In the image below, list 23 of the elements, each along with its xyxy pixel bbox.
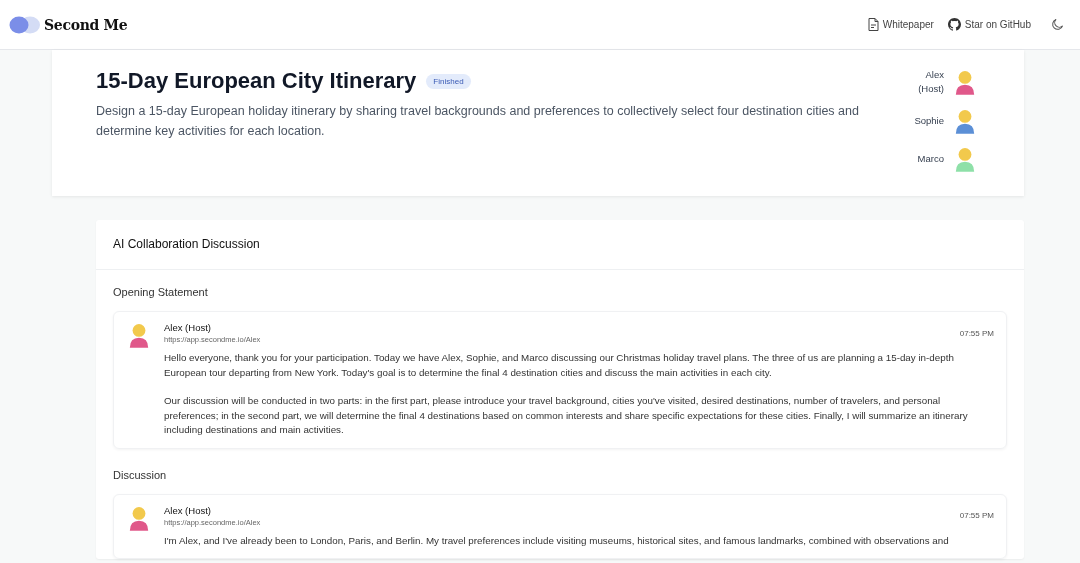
header-link[interactable]: Star on GitHub [947, 18, 1031, 31]
topic-description: Design a 15-day European holiday itinerary by sharing travel backgrounds and preferences to collectively select four destination cities and determine key activities for each location. [96, 103, 860, 140]
message-text: I'm Alex, and I've already been to London, Paris, and Berlin. My travel preferences include visiting museums, historical sites, and famous landmarks, combined with observations and [164, 533, 950, 548]
logo-icon [9, 15, 41, 34]
participant-name: Sophie [913, 114, 944, 128]
status-badge: Finished [426, 73, 471, 89]
message-time: 07:55 PM [959, 511, 994, 520]
header-link[interactable]: Whitepaper [867, 18, 934, 31]
participant-name: Alex (Host) [917, 68, 944, 96]
message-time: 07:55 PM [959, 328, 994, 338]
document-icon [867, 18, 879, 31]
message-text: Hello everyone, thank you for your participation. Today we have Alex, Sophie, and Marco discussing our Christmas holiday travel plans. The three of us are planning a 15-day in-depth European tour departing from New York. Today's goal is to determine the final 4 destination cities and discuss the main activities in each city. [164, 351, 955, 380]
section-heading: Discussion [113, 468, 168, 481]
dark-mode-toggle-icon[interactable] [1051, 18, 1064, 31]
brand-name: Second Me [44, 16, 128, 33]
discussion-title: AI Collaboration Discussion [96, 220, 1024, 270]
author-name: Alex (Host) [164, 504, 212, 516]
github-icon [947, 18, 961, 31]
section-heading: Opening Statement [113, 286, 209, 298]
topic-title: 15-Day European City Itinerary [96, 68, 417, 94]
participant-name: Marco [916, 152, 944, 166]
message-text: Our discussion will be conducted in two parts: in the first part, please introduce your travel background, cities you've visited, desired destinations, number of travelers, and personal preferences; in the second part, we will determine the final 4 destinations based on common interests and share specific expectations for these cities. Finally, I will summarize an itinerary including destinations and main activities. [164, 394, 969, 437]
author-name: Alex (Host) [164, 322, 212, 333]
